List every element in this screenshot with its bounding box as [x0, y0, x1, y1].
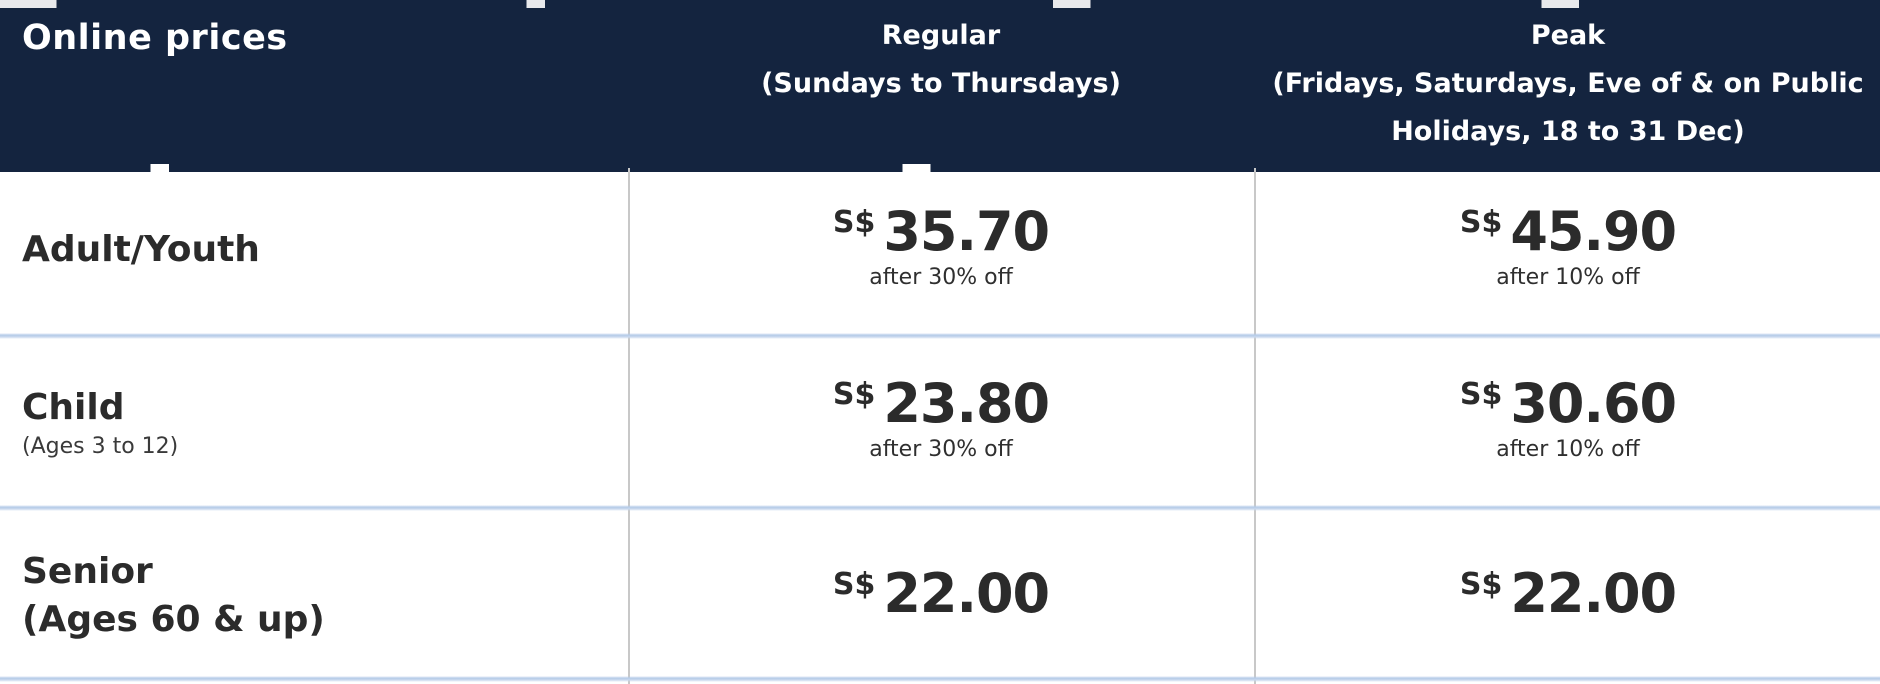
row-label-adult-youth: Adult/Youth — [22, 226, 260, 274]
header-peak-title: Peak — [1530, 20, 1606, 51]
price-amount: S$ 22.00 — [1256, 562, 1880, 625]
currency-symbol: S$ — [1459, 205, 1503, 240]
row-divider-2 — [0, 505, 1880, 511]
header-peak: Peak (Fridays, Saturdays, Eve of & on Pu… — [1256, 12, 1880, 180]
row-sublabel: (Ages 3 to 12) — [22, 434, 179, 459]
price-cell-senior-regular: S$ 22.00 — [628, 562, 1254, 625]
row-divider-3 — [0, 676, 1880, 682]
price-cell-adult-peak: S$ 45.90 after 10% off — [1256, 200, 1880, 290]
row-label-text-line2: (Ages 60 & up) — [22, 599, 325, 640]
price-amount: S$ 45.90 — [1256, 200, 1880, 263]
currency-symbol: S$ — [1459, 377, 1503, 412]
discount-note: after 30% off — [869, 437, 1013, 462]
currency-symbol: S$ — [1459, 567, 1503, 602]
header-regular-days: (Sundays to Thursdays) — [761, 68, 1121, 99]
price-value: 22.00 — [883, 562, 1050, 625]
header-peak-days-line2: Holidays, 18 to 31 Dec) — [1391, 116, 1745, 147]
price-value: 22.00 — [1510, 562, 1677, 625]
row-label-child: Child (Ages 3 to 12) — [22, 384, 178, 462]
header-regular-title: Regular — [881, 20, 1001, 51]
currency-symbol: S$ — [832, 567, 876, 602]
discount-note: after 30% off — [869, 265, 1013, 290]
discount-note: after 10% off — [1496, 265, 1640, 290]
price-value: 35.70 — [883, 200, 1050, 263]
row-label-text: Senior — [22, 551, 153, 592]
price-cell-child-peak: S$ 30.60 after 10% off — [1256, 372, 1880, 462]
price-value: 30.60 — [1510, 372, 1677, 435]
price-amount: S$ 22.00 — [628, 562, 1254, 625]
price-value: 23.80 — [883, 372, 1050, 435]
row-divider-1 — [0, 333, 1880, 339]
header-online-prices: Online prices — [22, 18, 288, 58]
currency-symbol: S$ — [832, 205, 876, 240]
row-label-text: Child — [22, 387, 125, 428]
header-regular: Regular (Sundays to Thursdays) — [628, 12, 1254, 180]
price-amount: S$ 23.80 — [628, 372, 1254, 435]
price-table: Online prices Regular (Sundays to Thursd… — [0, 0, 1880, 684]
price-cell-senior-peak: S$ 22.00 — [1256, 562, 1880, 625]
row-label-senior: Senior (Ages 60 & up) — [22, 548, 325, 644]
header-peak-days-line1: (Fridays, Saturdays, Eve of & on Public — [1272, 68, 1864, 99]
row-label-text: Adult/Youth — [22, 229, 260, 270]
discount-note: after 10% off — [1496, 437, 1640, 462]
price-cell-child-regular: S$ 23.80 after 30% off — [628, 372, 1254, 462]
torn-edge-top — [0, 0, 1880, 8]
price-amount: S$ 35.70 — [628, 200, 1254, 263]
price-value: 45.90 — [1510, 200, 1677, 263]
table-header: Online prices Regular (Sundays to Thursd… — [0, 0, 1880, 172]
price-amount: S$ 30.60 — [1256, 372, 1880, 435]
currency-symbol: S$ — [832, 377, 876, 412]
price-cell-adult-regular: S$ 35.70 after 30% off — [628, 200, 1254, 290]
